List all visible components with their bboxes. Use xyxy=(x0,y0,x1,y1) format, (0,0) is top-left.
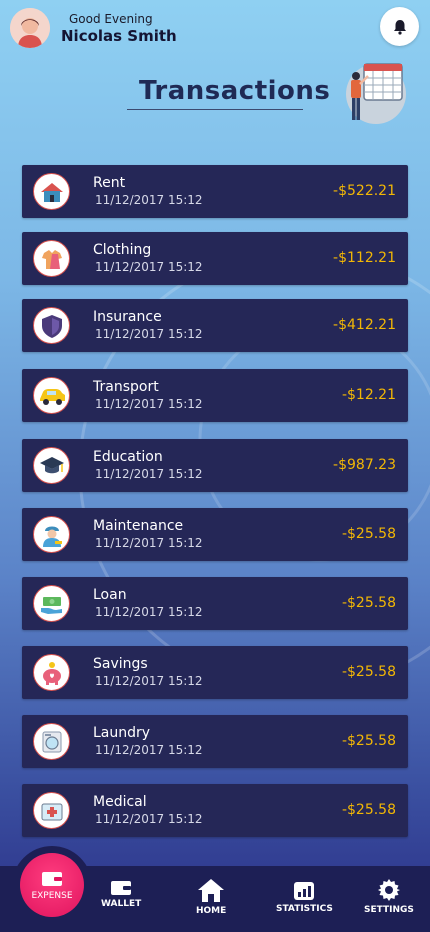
add-expense-label: EXPENSE xyxy=(31,891,73,901)
transaction-amount: -$25.58 xyxy=(341,664,396,680)
transaction-row[interactable]: Maintenance 11/12/2017 15:12 -$25.58 xyxy=(22,508,408,561)
transaction-row[interactable]: Medical 11/12/2017 15:12 -$25.58 xyxy=(22,784,408,837)
nav-statistics[interactable]: STATISTICS xyxy=(276,881,333,914)
transaction-category: Education xyxy=(93,449,163,465)
transaction-row[interactable]: Rent 11/12/2017 15:12 -$522.21 xyxy=(22,165,408,218)
gear-icon xyxy=(377,879,400,901)
transaction-amount: -$25.58 xyxy=(341,526,396,542)
transaction-date: 11/12/2017 15:12 xyxy=(95,260,203,274)
transaction-category: Loan xyxy=(93,587,127,603)
transaction-amount: -$25.58 xyxy=(341,733,396,749)
nav-home[interactable]: HOME xyxy=(196,877,226,916)
greeting-text: Good Evening xyxy=(69,12,153,26)
transaction-amount: -$12.21 xyxy=(341,387,396,403)
nav-statistics-label: STATISTICS xyxy=(276,904,333,914)
transaction-date: 11/12/2017 15:12 xyxy=(95,467,203,481)
transaction-date: 11/12/2017 15:12 xyxy=(95,812,203,826)
nav-home-label: HOME xyxy=(196,906,227,916)
graduation-cap-icon xyxy=(39,456,64,473)
transaction-category: Savings xyxy=(93,656,148,672)
transaction-row[interactable]: Clothing 11/12/2017 15:12 -$112.21 xyxy=(22,232,408,285)
transaction-category: Laundry xyxy=(93,725,151,741)
transaction-category: Clothing xyxy=(93,242,152,258)
transaction-amount: -$112.21 xyxy=(333,250,396,266)
transaction-category: Transport xyxy=(93,379,159,395)
transaction-date: 11/12/2017 15:12 xyxy=(95,674,203,688)
transaction-amount: -$522.21 xyxy=(333,183,396,199)
transaction-row[interactable]: Education 11/12/2017 15:12 -$987.23 xyxy=(22,439,408,492)
avatar[interactable] xyxy=(10,8,50,48)
transaction-category: Maintenance xyxy=(93,518,184,534)
transaction-row[interactable]: Laundry 11/12/2017 15:12 -$25.58 xyxy=(22,715,408,768)
transaction-amount: -$25.58 xyxy=(341,802,396,818)
home-icon xyxy=(198,879,225,902)
transaction-amount: -$25.58 xyxy=(341,595,396,611)
transaction-row[interactable]: Transport 11/12/2017 15:12 -$12.21 xyxy=(22,369,408,422)
nav-wallet[interactable]: WALLET xyxy=(101,878,141,909)
house-icon xyxy=(40,182,63,202)
transaction-category: Rent xyxy=(93,175,126,191)
washing-machine-icon xyxy=(42,731,61,752)
car-icon xyxy=(39,388,65,405)
calendar-illustration xyxy=(346,63,406,124)
wallet-icon xyxy=(111,881,132,895)
statistics-icon xyxy=(294,882,315,900)
medical-kit-icon xyxy=(41,803,62,820)
transaction-row[interactable]: Savings 11/12/2017 15:12 -$25.58 xyxy=(22,646,408,699)
wallet-icon xyxy=(42,872,62,886)
transaction-category: Insurance xyxy=(93,309,162,325)
bell-icon xyxy=(393,19,406,35)
transaction-amount: -$412.21 xyxy=(333,317,396,333)
transaction-row[interactable]: Insurance 11/12/2017 15:12 -$412.21 xyxy=(22,299,408,352)
add-expense-button[interactable]: EXPENSE xyxy=(20,853,84,917)
transaction-date: 11/12/2017 15:12 xyxy=(95,327,203,341)
transaction-date: 11/12/2017 15:12 xyxy=(95,743,203,757)
transaction-date: 11/12/2017 15:12 xyxy=(95,397,203,411)
transaction-amount: -$987.23 xyxy=(333,457,396,473)
clothing-icon xyxy=(41,249,62,269)
transaction-date: 11/12/2017 15:12 xyxy=(95,193,203,207)
header: Good Evening Nicolas Smith xyxy=(0,0,430,60)
nav-settings[interactable]: SETTINGS xyxy=(364,878,414,915)
worker-icon xyxy=(42,526,62,547)
nav-settings-label: SETTINGS xyxy=(364,905,414,915)
piggy-bank-icon xyxy=(42,661,61,685)
transaction-row[interactable]: Loan 11/12/2017 15:12 -$25.58 xyxy=(22,577,408,630)
shield-icon xyxy=(41,314,62,338)
notification-button[interactable] xyxy=(380,7,419,46)
nav-wallet-label: WALLET xyxy=(101,899,142,909)
transaction-date: 11/12/2017 15:12 xyxy=(95,605,203,619)
title-underline xyxy=(127,109,303,110)
user-name: Nicolas Smith xyxy=(61,27,177,45)
transaction-category: Medical xyxy=(93,794,147,810)
page-title: Transactions xyxy=(139,76,331,106)
transaction-date: 11/12/2017 15:12 xyxy=(95,536,203,550)
money-hand-icon xyxy=(40,596,62,614)
